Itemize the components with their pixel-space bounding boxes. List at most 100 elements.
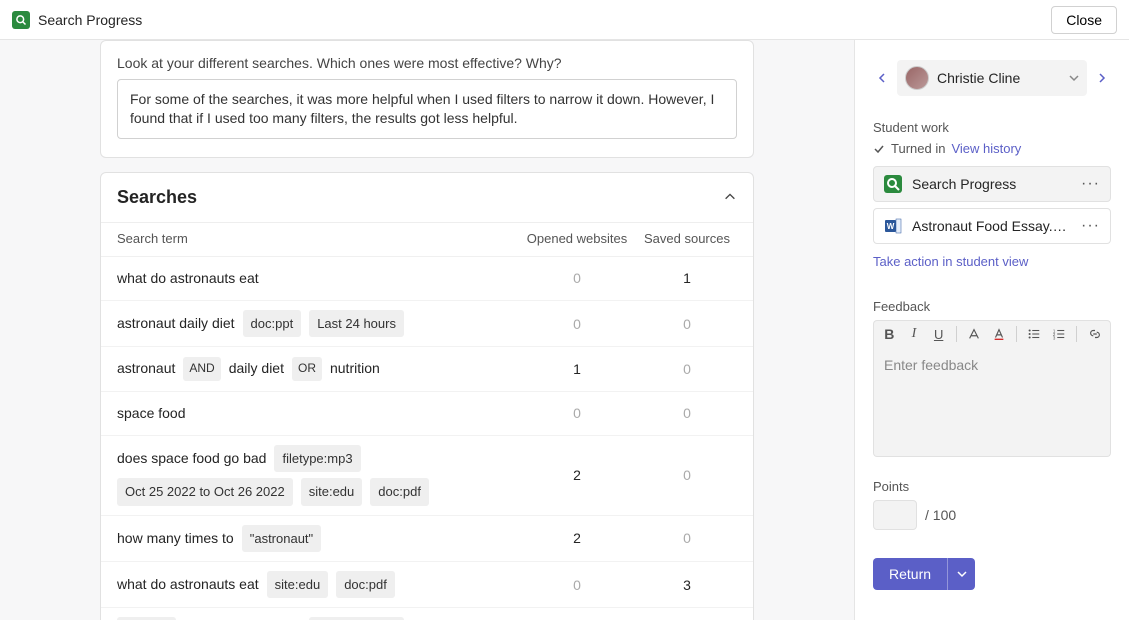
toolbar-separator xyxy=(1076,326,1077,342)
saved-count: 3 xyxy=(637,577,737,593)
opened-count: 0 xyxy=(517,577,637,593)
return-dropdown-button[interactable] xyxy=(947,558,975,590)
filter-chip: doc:pdf xyxy=(370,478,429,505)
file-more-button[interactable]: ··· xyxy=(1081,217,1100,235)
feedback-toolbar: B I U 123 xyxy=(873,320,1111,347)
chevron-down-icon xyxy=(1069,73,1079,83)
term-text: what do astronauts eat xyxy=(117,266,259,291)
view-history-link[interactable]: View history xyxy=(951,141,1021,156)
font-color-icon xyxy=(992,327,1006,341)
chevron-up-icon xyxy=(723,190,737,204)
main-column[interactable]: Look at your different searches. Which o… xyxy=(0,40,855,620)
highlight-button[interactable] xyxy=(967,326,982,342)
feedback-label: Feedback xyxy=(873,299,1111,314)
operator-chip: OR xyxy=(292,357,322,381)
file-row[interactable]: Search Progress ··· xyxy=(873,166,1111,202)
check-icon xyxy=(873,143,885,155)
search-term-cell: does space food go bad filetype:mp3 Oct 25… xyxy=(117,445,517,506)
filter-chip: site:edu xyxy=(301,478,363,505)
table-row[interactable]: astronaut daily dietdoc:pptLast 24 hours… xyxy=(101,301,753,347)
table-row[interactable]: astronaut AND daily diet OR nutrition 10 xyxy=(101,347,753,391)
searches-card: Searches Search term Opened websites Sav… xyxy=(100,172,754,620)
word-file-icon: W xyxy=(884,217,902,235)
saved-count: 0 xyxy=(637,405,737,421)
table-row[interactable]: what do astronauts eat 01 xyxy=(101,257,753,301)
file-row[interactable]: W Astronaut Food Essay.docx ··· xyxy=(873,208,1111,244)
searches-header[interactable]: Searches xyxy=(101,173,753,222)
table-row[interactable]: how many times to "astronaut" 20 xyxy=(101,516,753,562)
student-selector[interactable]: Christie Cline xyxy=(897,60,1087,96)
toolbar-separator xyxy=(956,326,957,342)
close-button[interactable]: Close xyxy=(1051,6,1117,34)
chevron-right-icon xyxy=(1097,73,1107,83)
filter-chip: Oct 25 2022 to Oct 26 2022 xyxy=(117,478,293,505)
searches-title: Searches xyxy=(117,187,197,208)
bullet-list-button[interactable] xyxy=(1027,326,1042,342)
term-text: how many times to xyxy=(117,526,234,551)
prev-student-button[interactable] xyxy=(873,69,891,87)
filter-chip: Last 24 hours xyxy=(309,310,404,337)
saved-count: 0 xyxy=(637,530,737,546)
titlebar: Search Progress Close xyxy=(0,0,1129,40)
link-button[interactable] xyxy=(1087,326,1102,342)
col-term-header: Search term xyxy=(117,231,517,246)
file-more-button[interactable]: ··· xyxy=(1081,175,1100,193)
table-row[interactable]: does space food go bad filetype:mp3 Oct 25… xyxy=(101,436,753,516)
return-button[interactable]: Return xyxy=(873,558,947,590)
layout: Look at your different searches. Which o… xyxy=(0,40,1129,620)
term-text: does space food go bad xyxy=(117,446,266,471)
file-name: Astronaut Food Essay.docx xyxy=(912,218,1071,234)
filter-chip: site:edu xyxy=(267,571,329,598)
opened-count: 2 xyxy=(517,467,637,483)
return-row: Return xyxy=(873,558,1111,590)
operator-chip: AND xyxy=(183,357,220,381)
turned-in-label: Turned in xyxy=(891,141,945,156)
turned-in-row: Turned in View history xyxy=(873,141,1111,156)
bold-button[interactable]: B xyxy=(882,326,897,342)
term-text: astronaut xyxy=(117,356,175,381)
term-text: what do astronauts eat xyxy=(117,572,259,597)
table-row[interactable]: space food00 xyxy=(101,392,753,436)
saved-count: 0 xyxy=(637,361,737,377)
next-student-button[interactable] xyxy=(1093,69,1111,87)
saved-count: 0 xyxy=(637,316,737,332)
app-icon xyxy=(12,11,30,29)
points-max: / 100 xyxy=(925,507,956,523)
opened-count: 1 xyxy=(517,361,637,377)
filter-chip: filetype:mp3 xyxy=(274,445,360,472)
col-opened-header: Opened websites xyxy=(517,231,637,246)
feedback-section: Feedback B I U 123 xyxy=(873,299,1111,457)
saved-count: 1 xyxy=(637,270,737,286)
file-name: Search Progress xyxy=(912,176,1071,192)
term-text: astronaut daily diet xyxy=(117,311,235,336)
number-list-button[interactable]: 123 xyxy=(1052,326,1067,342)
chevron-left-icon xyxy=(877,73,887,83)
term-text: nutrition xyxy=(330,356,380,381)
opened-count: 2 xyxy=(517,530,637,546)
opened-count: 0 xyxy=(517,405,637,421)
italic-button[interactable]: I xyxy=(907,326,922,342)
table-row[interactable]: what do astronauts eatsite:edudoc:pdf03 xyxy=(101,562,753,608)
reflection-response: For some of the searches, it was more he… xyxy=(117,79,737,139)
search-term-cell: how many times to "astronaut" xyxy=(117,525,517,552)
search-progress-icon xyxy=(884,175,902,193)
search-term-cell: astronaut daily dietdoc:pptLast 24 hours xyxy=(117,310,517,337)
magnifier-icon xyxy=(15,14,27,26)
font-color-button[interactable] xyxy=(992,326,1007,342)
feedback-textarea[interactable]: Enter feedback xyxy=(873,347,1111,457)
table-row[interactable]: doc:pptastronaut daily dietLast 24 hours… xyxy=(101,608,753,620)
take-action-link[interactable]: Take action in student view xyxy=(873,254,1111,269)
points-input[interactable] xyxy=(873,500,917,530)
opened-count: 0 xyxy=(517,270,637,286)
student-name: Christie Cline xyxy=(937,70,1061,86)
search-term-cell: what do astronauts eatsite:edudoc:pdf xyxy=(117,571,517,598)
student-work-heading: Student work xyxy=(873,120,1111,135)
term-text: daily diet xyxy=(229,356,284,381)
col-saved-header: Saved sources xyxy=(637,231,737,246)
avatar xyxy=(905,66,929,90)
filter-chip: "astronaut" xyxy=(242,525,321,552)
underline-button[interactable]: U xyxy=(931,326,946,342)
student-nav: Christie Cline xyxy=(873,60,1111,96)
reflection-card: Look at your different searches. Which o… xyxy=(100,40,754,158)
sidebar: Christie Cline Student work Turned in Vi… xyxy=(855,40,1129,620)
